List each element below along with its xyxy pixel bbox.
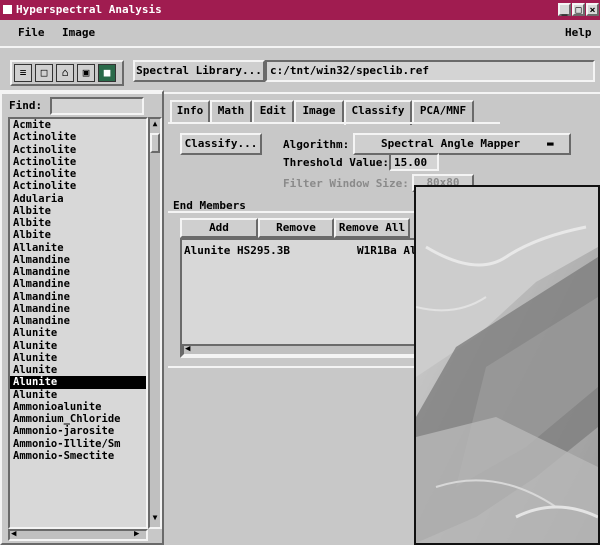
end-member-id[interactable]: W1R1Ba Al: [357, 244, 417, 257]
scroll-up-icon[interactable]: ▲: [150, 119, 160, 131]
scroll-left-icon[interactable]: ◀: [11, 529, 16, 539]
mineral-list-item[interactable]: Acmite: [10, 119, 146, 131]
spectral-library-button[interactable]: Spectral Library...: [133, 60, 265, 82]
dropdown-icon: ▬: [547, 137, 554, 150]
mineral-list-item[interactable]: Actinolite: [10, 168, 146, 180]
open-icon[interactable]: ≡: [14, 64, 32, 82]
threshold-input[interactable]: 15.00: [389, 153, 439, 171]
menu-help[interactable]: Help: [565, 26, 592, 39]
menu-bar: File Image Help: [0, 20, 600, 46]
tab-info[interactable]: Info: [170, 100, 210, 122]
list-horizontal-scrollbar[interactable]: ◀ ▶: [8, 529, 148, 541]
mineral-list-item[interactable]: Albite: [10, 205, 146, 217]
divider: [168, 211, 414, 213]
tab-image[interactable]: Image: [294, 100, 344, 122]
threshold-label: Threshold Value:: [283, 156, 389, 169]
toolbar-icon-group: ≡ □ ⌂ ▣ ■: [10, 60, 124, 86]
mineral-list[interactable]: Acmite Actinolite Actinolite Actinolite Acti…: [8, 117, 148, 529]
scroll-right-icon[interactable]: ▶: [134, 529, 139, 539]
mineral-list-item[interactable]: Almandine: [10, 315, 146, 327]
mineral-list-item[interactable]: Ammonio-Illite/Sm: [10, 438, 146, 450]
mineral-list-item[interactable]: Alunite: [10, 352, 146, 364]
mineral-list-item[interactable]: Almandine: [10, 266, 146, 278]
image-icon[interactable]: ■: [98, 64, 116, 82]
remove-button[interactable]: Remove: [258, 218, 334, 238]
end-member-name[interactable]: Alunite HS295.3B: [184, 244, 290, 257]
system-menu-icon[interactable]: [3, 5, 12, 14]
save-icon[interactable]: ▣: [77, 64, 95, 82]
mineral-list-item[interactable]: Actinolite: [10, 131, 146, 143]
menu-image[interactable]: Image: [62, 26, 95, 39]
mineral-list-item[interactable]: Almandine: [10, 303, 146, 315]
scroll-down-icon[interactable]: ▼: [150, 513, 160, 525]
mineral-list-item[interactable]: Alunite: [10, 340, 146, 352]
hyperspectral-image: [416, 187, 598, 543]
menu-file[interactable]: File: [18, 26, 45, 39]
mineral-list-item[interactable]: Ammonio-Smectite: [10, 450, 146, 462]
mineral-list-item[interactable]: Adularia: [10, 193, 146, 205]
end-members-horizontal-scrollbar[interactable]: ◀: [182, 344, 418, 356]
folder-icon[interactable]: ⌂: [56, 64, 74, 82]
mineral-list-item[interactable]: Alunite: [10, 327, 146, 339]
mineral-list-item[interactable]: Ammonio-jarosite: [10, 425, 146, 437]
mineral-list-item[interactable]: Actinolite: [10, 156, 146, 168]
find-input[interactable]: [50, 97, 144, 115]
algorithm-value: Spectral Angle Mapper: [381, 137, 521, 150]
maximize-icon[interactable]: □: [572, 3, 585, 16]
mineral-list-item[interactable]: Alunite: [10, 376, 146, 389]
mineral-list-item[interactable]: Alunite: [10, 364, 146, 376]
tab-math[interactable]: Math: [210, 100, 252, 122]
toolbar: ≡ □ ⌂ ▣ ■ Spectral Library... c:/tnt/win…: [0, 46, 600, 94]
spectral-library-path[interactable]: c:/tnt/win32/speclib.ref: [265, 60, 595, 82]
filter-window-label: Filter Window Size:: [283, 177, 409, 190]
scroll-thumb[interactable]: [150, 133, 160, 153]
window-title: Hyperspectral Analysis: [16, 3, 162, 16]
mineral-list-item[interactable]: Allanite: [10, 242, 146, 254]
image-view[interactable]: [414, 185, 600, 545]
list-vertical-scrollbar[interactable]: ▲ ▼: [148, 117, 162, 529]
add-button[interactable]: Add: [180, 218, 258, 238]
mineral-list-item[interactable]: Actinolite: [10, 180, 146, 192]
tab-pca-mnf[interactable]: PCA/MNF: [412, 100, 474, 122]
close-icon[interactable]: ×: [586, 3, 599, 16]
mineral-list-item[interactable]: Alunite: [10, 389, 146, 401]
algorithm-label: Algorithm:: [283, 138, 350, 151]
mineral-list-item[interactable]: Almandine: [10, 291, 146, 303]
algorithm-select[interactable]: Spectral Angle Mapper ▬: [353, 133, 571, 155]
mineral-list-item[interactable]: Albite: [10, 229, 146, 241]
tab-edit[interactable]: Edit: [252, 100, 294, 122]
title-bar: Hyperspectral Analysis _ □ ×: [0, 0, 600, 20]
mineral-list-item[interactable]: Ammonium_Chloride: [10, 413, 146, 425]
mineral-list-item[interactable]: Almandine: [10, 278, 146, 290]
new-icon[interactable]: □: [35, 64, 53, 82]
scroll-left-icon[interactable]: ◀: [185, 344, 190, 354]
classify-button[interactable]: Classify...: [180, 133, 262, 155]
find-label: Find:: [9, 99, 43, 112]
lower-panel: [168, 366, 414, 545]
end-members-list[interactable]: Alunite HS295.3B W1R1Ba Al ◀: [180, 238, 420, 358]
mineral-list-item[interactable]: Ammonioalunite: [10, 401, 146, 413]
mineral-list-item[interactable]: Almandine: [10, 254, 146, 266]
mineral-list-item[interactable]: Albite: [10, 217, 146, 229]
remove-all-button[interactable]: Remove All: [334, 218, 410, 238]
mineral-list-item[interactable]: Actinolite: [10, 144, 146, 156]
minimize-icon[interactable]: _: [558, 3, 571, 16]
